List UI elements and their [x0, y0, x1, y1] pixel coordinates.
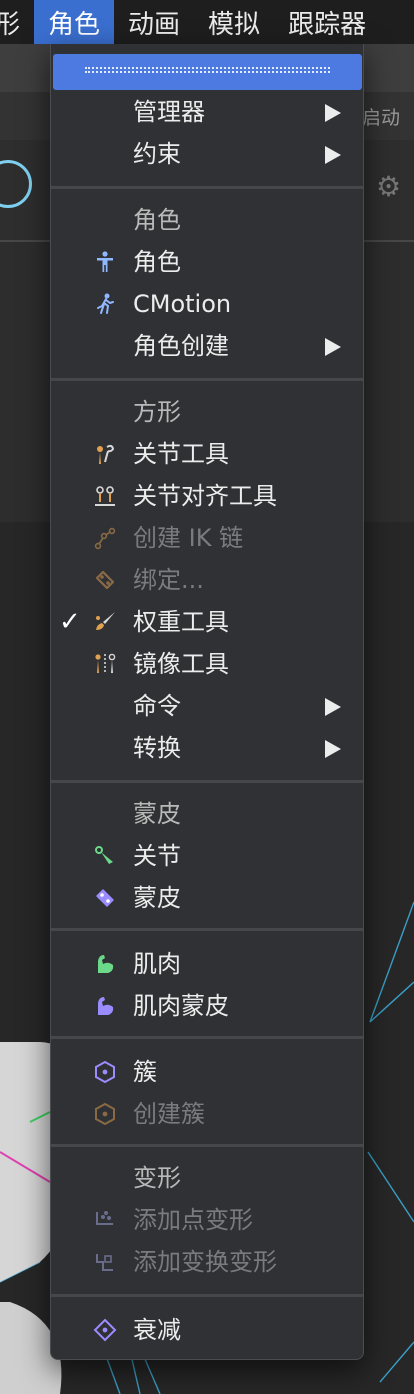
character-menu: 管理器 约束 角色 角色 CMotion 角色创建 方形 关节工具 关节对齐工具… — [50, 44, 364, 1360]
section-header-label: 方形 — [133, 398, 181, 426]
menu-item-label: 关节对齐工具 — [133, 482, 277, 510]
menu-item-label: 创建簇 — [133, 1100, 205, 1128]
menu-item-cmotion[interactable]: CMotion — [51, 284, 363, 324]
menu-item-character-create[interactable]: 角色创建 — [51, 326, 363, 366]
joint-icon — [95, 846, 113, 864]
menu-separator — [51, 186, 363, 189]
menu-animation[interactable]: 动画 — [114, 0, 194, 44]
menu-item-joint-tool[interactable]: 关节工具 — [51, 434, 363, 474]
create-cluster-icon — [95, 1102, 115, 1126]
menu-item-label: 镜像工具 — [133, 650, 229, 678]
menu-separator — [51, 1144, 363, 1147]
transform-deform-icon — [96, 1254, 113, 1271]
menu-separator — [51, 928, 363, 931]
menu-item-label: 关节工具 — [133, 440, 229, 468]
character-icon — [97, 251, 113, 272]
submenu-arrow-icon — [325, 740, 341, 758]
menu-item-label: 创建 IK 链 — [133, 524, 244, 552]
skin-icon — [96, 889, 114, 907]
tearoff-handle[interactable] — [53, 54, 362, 90]
gear-icon[interactable]: ⚙ — [376, 170, 401, 203]
joint-tool-icon — [97, 444, 115, 464]
submenu-arrow-icon — [325, 338, 341, 356]
menu-item-label: 添加点变形 — [133, 1206, 253, 1234]
point-deform-icon — [96, 1211, 113, 1225]
submenu-arrow-icon — [325, 698, 341, 716]
section-header-label: 蒙皮 — [133, 800, 181, 828]
menu-item-label: 绑定... — [133, 566, 204, 594]
menu-deform[interactable]: 形 — [0, 0, 34, 44]
menu-item-label: 管理器 — [133, 98, 205, 126]
section-header-character: 角色 — [51, 200, 363, 240]
weight-brush-icon — [96, 612, 115, 630]
menu-tracker[interactable]: 跟踪器 — [274, 0, 380, 44]
menu-item-label: CMotion — [133, 290, 232, 318]
menu-item-falloff[interactable]: 衰减 — [51, 1310, 363, 1350]
mirror-tool-icon — [95, 653, 116, 674]
menu-item-label: 簇 — [133, 1058, 157, 1086]
menu-item-label: 角色 — [133, 248, 181, 276]
menu-item-joint[interactable]: 关节 — [51, 836, 363, 876]
menu-item-label: 肌肉 — [133, 950, 181, 978]
submenu-arrow-icon — [325, 104, 341, 122]
section-header-label: 变形 — [133, 1164, 181, 1192]
menu-item-label: 肌肉蒙皮 — [133, 992, 229, 1020]
menu-separator — [51, 780, 363, 783]
menu-item-label: 约束 — [133, 140, 181, 168]
section-header-deform: 变形 — [51, 1158, 363, 1198]
menu-item-create-ik-chain[interactable]: 创建 IK 链 — [51, 518, 363, 558]
checkmark-icon: ✓ — [59, 607, 81, 637]
menu-item-bind[interactable]: 绑定... — [51, 560, 363, 600]
menu-item-add-transform-deform[interactable]: 添加变换变形 — [51, 1242, 363, 1282]
menu-item-create-cluster[interactable]: 创建簇 — [51, 1094, 363, 1134]
menu-item-convert[interactable]: 转换 — [51, 728, 363, 768]
cmotion-icon — [97, 293, 114, 314]
cluster-icon — [95, 1060, 115, 1084]
section-header-label: 角色 — [133, 206, 181, 234]
menu-item-skin[interactable]: 蒙皮 — [51, 878, 363, 918]
menu-character[interactable]: 角色 — [34, 0, 115, 44]
bind-icon — [95, 570, 115, 590]
menubar: 形 角色 动画 模拟 跟踪器 — [0, 0, 414, 44]
menu-item-mirror-tool[interactable]: 镜像工具 — [51, 644, 363, 684]
section-header-skin: 蒙皮 — [51, 794, 363, 834]
menu-item-label: 蒙皮 — [133, 884, 181, 912]
menu-separator — [51, 1294, 363, 1297]
joint-align-icon — [95, 486, 115, 506]
ik-chain-icon — [94, 527, 116, 550]
menu-item-muscle[interactable]: 肌肉 — [51, 944, 363, 984]
menu-item-label: 命令 — [133, 692, 181, 720]
menu-item-command[interactable]: 命令 — [51, 686, 363, 726]
menu-item-label: 权重工具 — [133, 608, 229, 636]
falloff-icon — [93, 1318, 117, 1342]
menu-item-label: 衰减 — [133, 1316, 181, 1344]
menu-item-add-point-deform[interactable]: 添加点变形 — [51, 1200, 363, 1240]
menu-item-muscle-skin[interactable]: 肌肉蒙皮 — [51, 986, 363, 1026]
menu-separator — [51, 378, 363, 381]
auto-start-label: 启动 — [362, 107, 401, 129]
menu-separator — [51, 1036, 363, 1039]
menu-item-character[interactable]: 角色 — [51, 242, 363, 282]
menu-item-label: 角色创建 — [133, 332, 229, 360]
section-header-square: 方形 — [51, 392, 363, 432]
menu-item-label: 转换 — [133, 734, 181, 762]
menu-item-joint-align-tool[interactable]: 关节对齐工具 — [51, 476, 363, 516]
muscle-skin-icon — [98, 997, 114, 1015]
muscle-icon — [98, 955, 114, 973]
menu-item-constraint[interactable]: 约束 — [51, 134, 363, 174]
menu-item-manager[interactable]: 管理器 — [51, 92, 363, 132]
menu-item-cluster[interactable]: 簇 — [51, 1052, 363, 1092]
menu-simulate[interactable]: 模拟 — [194, 0, 274, 44]
menu-item-weight-tool[interactable]: ✓ 权重工具 — [51, 602, 363, 642]
submenu-arrow-icon — [325, 146, 341, 164]
menu-item-label: 添加变换变形 — [133, 1248, 277, 1276]
menu-item-label: 关节 — [133, 842, 181, 870]
